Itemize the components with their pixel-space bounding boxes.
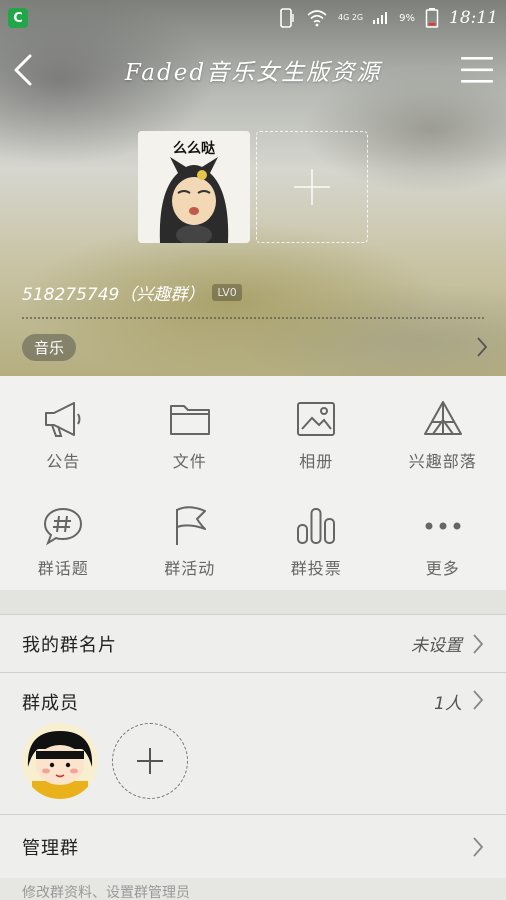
flag-icon: [175, 506, 206, 545]
grid-item-album[interactable]: 相册: [253, 376, 380, 483]
grid-item-label: 群话题: [37, 559, 89, 578]
hashtag-chat-icon: [44, 507, 83, 546]
megaphone-icon: [45, 402, 81, 437]
row-label: 群成员: [22, 693, 79, 714]
page-title: Faded音乐女生版资源: [124, 60, 382, 86]
grid-item-label: 兴趣部落: [408, 452, 477, 471]
grid-item-label: 群活动: [164, 559, 216, 578]
my-group-card-row[interactable]: 我的群名片 未设置: [0, 614, 506, 672]
group-functions-grid: 公告 文件 相册 兴趣部落 群话题 群活动 群投票 更多: [0, 376, 506, 590]
grid-item-topics[interactable]: 群话题: [0, 483, 127, 590]
manage-group-hint: 修改群资料、设置群管理员: [0, 878, 506, 900]
folder-icon: [169, 405, 210, 435]
row-value: 未设置: [411, 636, 462, 656]
row-label: 我的群名片: [22, 634, 117, 656]
plus-icon: [294, 169, 330, 205]
grid-item-activities[interactable]: 群活动: [127, 483, 254, 590]
grid-item-label: 更多: [425, 559, 460, 578]
member-avatar[interactable]: [22, 723, 98, 799]
grid-item-more[interactable]: 更多: [380, 483, 506, 590]
group-photo-row: 么么哒: [138, 131, 368, 243]
manage-group-row[interactable]: 管理群: [0, 814, 506, 878]
chevron-right-icon: [473, 633, 484, 654]
grid-item-label: 群投票: [290, 559, 342, 578]
grid-item-label: 文件: [172, 452, 207, 471]
wifi-icon: [307, 10, 327, 27]
grid-item-label: 公告: [46, 452, 81, 471]
grid-item-vote[interactable]: 群投票: [253, 483, 380, 590]
dotted-divider: [22, 317, 484, 319]
group-tag-row[interactable]: 音乐: [22, 333, 488, 361]
back-icon[interactable]: [10, 52, 38, 88]
grid-item-announcement[interactable]: 公告: [0, 376, 127, 483]
photo-icon: [297, 402, 336, 436]
grid-item-files[interactable]: 文件: [127, 376, 254, 483]
add-group-photo-button[interactable]: [256, 131, 368, 243]
group-id-text: 518275749（兴趣群）: [22, 285, 205, 305]
chevron-right-icon: [473, 836, 484, 857]
member-list: [22, 723, 188, 799]
tent-icon: [423, 401, 462, 435]
status-bar: C 4G 2G 9% 18:11: [0, 0, 506, 36]
member-count: 1人: [434, 694, 462, 714]
app-notification-icon: C: [8, 8, 28, 28]
battery-icon: [425, 8, 439, 28]
grid-item-tribe[interactable]: 兴趣部落: [380, 376, 506, 483]
clock: 18:11: [449, 8, 498, 28]
grid-item-label: 相册: [299, 452, 334, 471]
row-label: 管理群: [22, 837, 79, 859]
section-gap: [0, 590, 506, 614]
plus-icon: [137, 748, 163, 774]
phone-vibrate-icon: [280, 8, 294, 28]
cartoon-avatar-image: 么么哒: [138, 131, 250, 243]
network-indicator: 4G 2G: [338, 13, 364, 22]
battery-percent: 9%: [399, 12, 415, 24]
chevron-right-icon: [473, 690, 484, 710]
signal-icon: [373, 12, 388, 24]
avatar-caption: 么么哒: [173, 140, 216, 157]
group-photo[interactable]: 么么哒: [138, 131, 250, 243]
chevron-right-icon: [477, 337, 488, 357]
menu-icon[interactable]: [460, 54, 494, 86]
group-id-row: 518275749（兴趣群） LV0: [22, 280, 242, 305]
group-tag: 音乐: [22, 333, 77, 361]
group-members-row[interactable]: 群成员 1人: [0, 672, 506, 814]
bar-chart-icon: [297, 508, 336, 544]
more-dots-icon: [425, 522, 461, 530]
top-bar: Faded音乐女生版资源: [0, 44, 506, 96]
cartoon-girl-avatar-image: [22, 723, 98, 799]
level-badge: LV0: [212, 284, 242, 301]
add-member-button[interactable]: [112, 723, 188, 799]
